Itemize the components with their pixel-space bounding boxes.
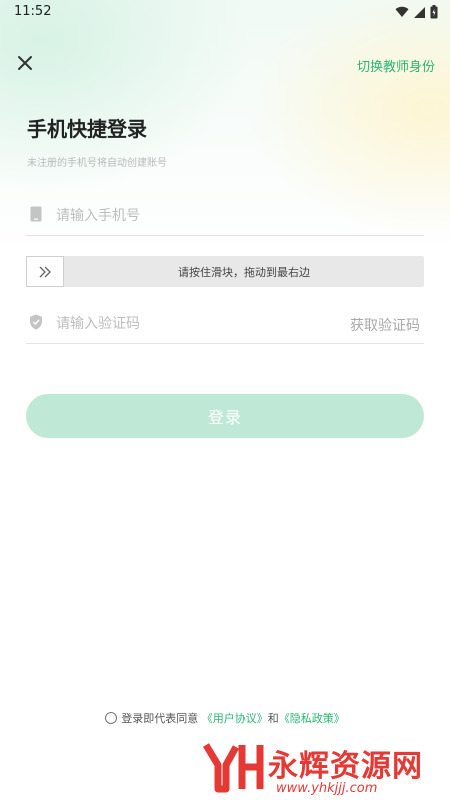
login-button[interactable]: 登录 [26, 394, 424, 438]
agreement-and: 和 [267, 712, 279, 725]
battery-icon [430, 5, 438, 19]
phone-field [26, 195, 424, 236]
privacy-policy-link[interactable]: 《隐私政策》 [279, 712, 345, 725]
agreement-prefix: 登录即代表同意 [121, 712, 199, 725]
agreement-row: 登录即代表同意 《用户协议》和《隐私政策》 [0, 710, 450, 726]
slider-captcha-track: 请按住滑块，拖动到最右边 [26, 256, 424, 287]
watermark: 永辉资源网 www.yhkjjj.com [200, 737, 450, 800]
watermark-name: 永辉资源网 [268, 749, 423, 784]
double-chevron-right-icon [39, 266, 51, 278]
switch-teacher-role-link[interactable]: 切换教师身份 [357, 56, 435, 75]
phone-input[interactable] [54, 203, 338, 229]
status-bar: 11:52 [0, 0, 450, 26]
status-time: 11:52 [14, 4, 52, 19]
shield-icon [30, 314, 42, 330]
verification-code-input[interactable] [54, 311, 338, 337]
wifi-icon [395, 6, 409, 18]
status-icons [395, 5, 438, 19]
get-code-button[interactable]: 获取验证码 [350, 315, 420, 335]
signal-icon [414, 6, 425, 18]
phone-icon [30, 206, 42, 222]
slider-captcha-handle[interactable] [26, 256, 64, 287]
agreement-radio[interactable] [105, 712, 118, 724]
close-button[interactable] [14, 52, 36, 74]
watermark-url: www.yhkjjj.com [276, 781, 378, 796]
user-agreement-link[interactable]: 《用户协议》 [202, 712, 268, 725]
slider-captcha-hint: 请按住滑块，拖动到最右边 [178, 266, 310, 279]
page-title: 手机快捷登录 [27, 117, 147, 141]
verification-code-field: 获取验证码 [26, 303, 424, 344]
watermark-logo [202, 743, 264, 793]
close-icon [18, 56, 32, 70]
page-subtitle: 未注册的手机号将自动创建账号 [27, 158, 167, 169]
